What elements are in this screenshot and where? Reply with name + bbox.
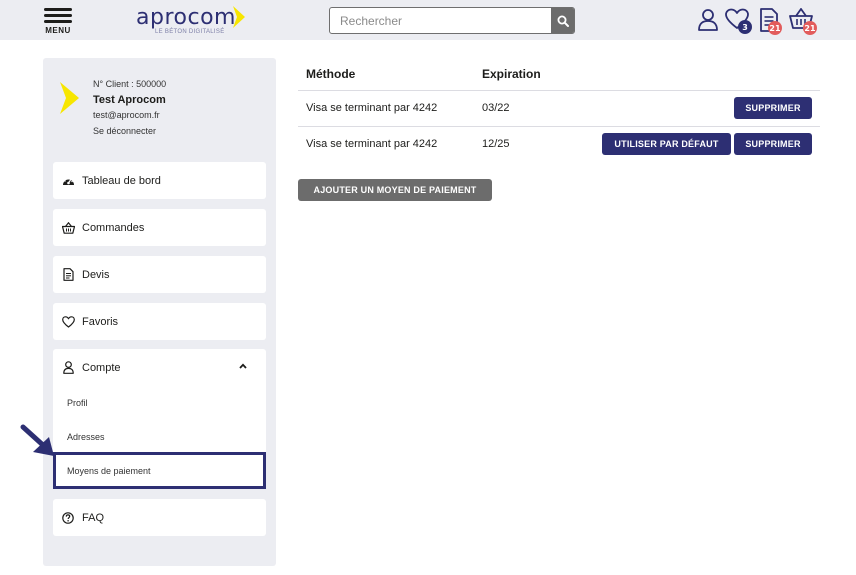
cart-button[interactable]: 21 <box>789 7 817 35</box>
search-button[interactable] <box>551 8 574 33</box>
sidebar-item-dashboard[interactable]: Tableau de bord <box>53 162 266 199</box>
aprocom-logo[interactable]: aprocom LE BÉTON DIGITALISÉ <box>136 5 248 37</box>
sidebar-subitem-profile[interactable]: Profil <box>67 398 88 408</box>
sidebar-subitem-payment-methods[interactable]: Moyens de paiement <box>53 452 266 489</box>
column-header-expiration: Expiration <box>482 67 541 81</box>
user-name: Test Aprocom <box>93 94 166 106</box>
menu-icon-bar <box>44 14 72 17</box>
logout-link[interactable]: Se déconnecter <box>93 126 156 136</box>
client-number: N° Client : 500000 <box>93 79 167 89</box>
quotes-count-badge: 21 <box>768 21 782 35</box>
question-icon <box>61 511 75 525</box>
sidebar-section-account: Compte Profil Adresses Moyens de paiemen… <box>53 349 266 489</box>
sidebar-item-label: Devis <box>82 268 110 281</box>
delete-button[interactable]: SUPPRIMER <box>734 97 812 119</box>
cart-count-badge: 21 <box>803 21 817 35</box>
sidebar-item-label: FAQ <box>82 511 105 524</box>
sidebar-item-faq[interactable]: FAQ <box>53 499 266 536</box>
sidebar-item-quotes[interactable]: Devis <box>53 256 266 293</box>
menu-label: MENU <box>45 26 71 35</box>
payment-expiration: 03/22 <box>482 102 510 114</box>
table-row: Visa se terminant par 4242 03/22 SUPPRIM… <box>298 90 820 126</box>
payment-method-label: Visa se terminant par 4242 <box>306 102 438 114</box>
table-row: Visa se terminant par 4242 12/25 UTILISE… <box>298 126 820 162</box>
sidebar-item-favorites[interactable]: Favoris <box>53 303 266 340</box>
logo-text: aprocom <box>136 5 236 30</box>
menu-button[interactable]: MENU <box>44 8 72 35</box>
logo-chevron-icon <box>233 6 245 28</box>
payment-method-label: Visa se terminant par 4242 <box>306 138 438 150</box>
payment-expiration: 12/25 <box>482 138 510 150</box>
user-email: test@aprocom.fr <box>93 110 160 120</box>
sidebar-subitem-addresses[interactable]: Adresses <box>67 432 105 442</box>
user-card: N° Client : 500000 Test Aprocom test@apr… <box>43 58 276 148</box>
user-icon <box>61 361 75 375</box>
brand-chevron-icon <box>60 82 79 114</box>
sidebar-item-account[interactable]: Compte <box>53 349 266 386</box>
menu-icon <box>44 8 72 11</box>
account-sidebar: N° Client : 500000 Test Aprocom test@apr… <box>43 58 276 566</box>
dashboard-icon <box>61 174 75 188</box>
sidebar-item-label: Favoris <box>82 315 119 328</box>
user-icon <box>698 9 718 31</box>
document-icon <box>61 268 75 282</box>
search-icon <box>557 15 569 27</box>
quotes-button[interactable]: 21 <box>759 8 785 35</box>
pointer-arrow-icon <box>20 424 54 456</box>
sidebar-item-label: Commandes <box>82 221 145 234</box>
basket-icon <box>61 221 75 235</box>
heart-icon <box>61 315 75 329</box>
column-header-method: Méthode <box>306 67 356 81</box>
top-header: MENU aprocom LE BÉTON DIGITALISÉ 3 <box>0 0 856 40</box>
favorites-count-badge: 3 <box>738 20 752 34</box>
delete-button[interactable]: SUPPRIMER <box>734 133 812 155</box>
chevron-up-icon[interactable] <box>239 363 247 369</box>
set-default-button[interactable]: UTILISER PAR DÉFAUT <box>602 133 731 155</box>
sidebar-item-orders[interactable]: Commandes <box>53 209 266 246</box>
logo-tagline: LE BÉTON DIGITALISÉ <box>155 29 225 35</box>
menu-icon-bar <box>44 20 72 23</box>
sidebar-item-label: Tableau de bord <box>82 174 161 187</box>
favorites-button[interactable]: 3 <box>725 8 752 34</box>
add-payment-method-button[interactable]: AJOUTER UN MOYEN DE PAIEMENT <box>298 179 492 201</box>
search-bar <box>329 7 575 34</box>
search-input[interactable] <box>330 8 552 33</box>
sidebar-item-label: Compte <box>82 361 121 374</box>
account-button[interactable] <box>697 8 723 34</box>
